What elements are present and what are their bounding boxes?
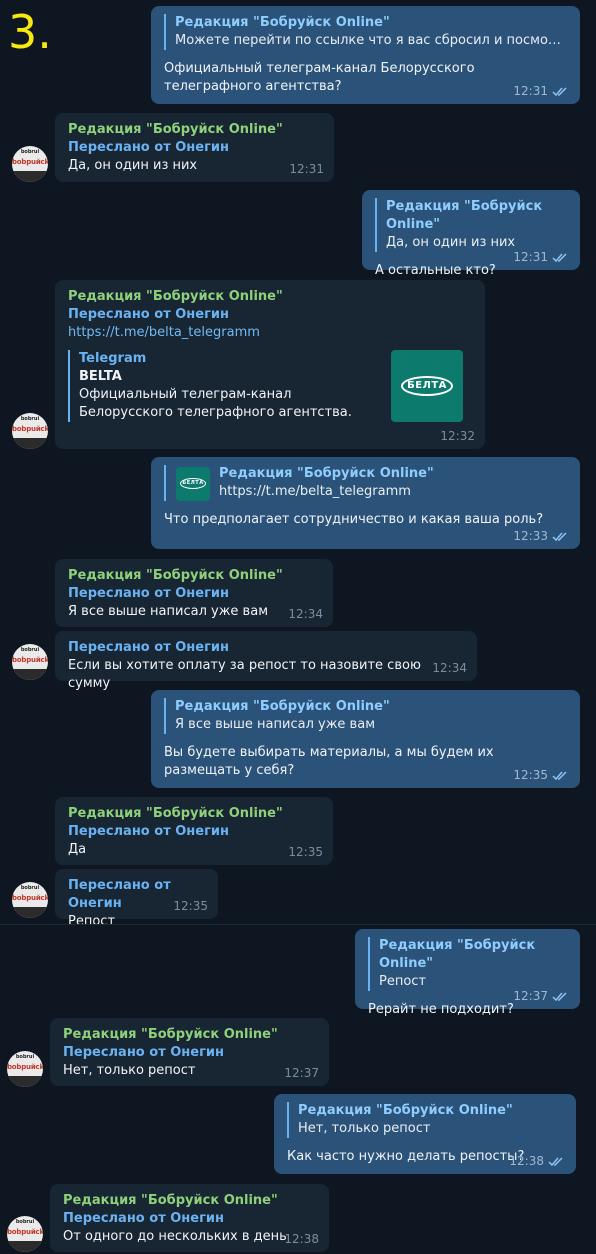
forwarded-from[interactable]: Переслано от Онегин [63,1044,317,1062]
message-time: 12:33 [513,529,548,543]
message-bubble[interactable]: Переслано от Онегин Если вы хотите оплат… [55,631,477,691]
message-time: 12:38 [509,1154,544,1168]
page-number: 3. [8,5,52,59]
message-text: Если вы хотите оплату за репост то назов… [68,658,421,691]
message-bubble[interactable]: БЕЛТА Редакция "Бобруйск Online" https:/… [151,457,580,549]
reply-quote[interactable]: Редакция "Бобруйск Online" Да, он один и… [375,198,568,252]
message-time: 12:35 [288,845,323,859]
double-check-icon [548,1157,566,1167]
message-text: Нет, только репост [63,1063,196,1078]
avatar-logo-text: bobрuйсk [7,1228,43,1236]
link-preview[interactable]: Telegram BELTA Официальный телеграм-кана… [68,350,473,422]
reply-sender: Редакция "Бобруйск Online" [219,466,434,481]
reply-quote[interactable]: Редакция "Бобруйск Online" Репост [368,937,568,991]
message-bubble[interactable]: Редакция "Бобруйск Online" Переслано от … [55,559,333,627]
forwarded-from[interactable]: Переслано от Онегин [68,139,322,157]
avatar[interactable]: bobrui bobрuйсk [7,1051,43,1087]
divider [0,924,596,925]
forwarded-from[interactable]: Переслано от Онегин [68,585,321,603]
message-bubble[interactable]: Редакция "Бобруйск Online" Я все выше на… [151,690,580,788]
belta-logo-thumbnail[interactable]: БЕЛТА [391,350,463,422]
double-check-icon [552,87,570,97]
message-text: Да [68,842,87,857]
message-link[interactable]: https://t.me/belta_telegramm [68,324,473,342]
message-bubble[interactable]: Редакция "Бобруйск Online" Переслано от … [55,113,334,182]
thumbnail-text: БЕЛТА [407,380,447,391]
message-text: Репост [68,914,116,929]
message-text: Официальный телеграм-канал Белорусского … [164,61,475,94]
reply-quote[interactable]: БЕЛТА Редакция "Бобруйск Online" https:/… [164,465,568,501]
forwarded-from[interactable]: Переслано от Онегин [68,823,321,841]
message-sender[interactable]: Редакция "Бобруйск Online" [68,805,321,823]
reply-text: Можете перейти по ссылке что я вас сброс… [175,33,568,48]
avatar-logo-text: bobрuйсk [12,425,48,433]
message-bubble[interactable]: Переслано от Онегин Репост 12:35 [55,869,218,929]
reply-text: Я все выше написал уже вам [175,717,375,732]
message-bubble[interactable]: Редакция "Бобруйск Online" Переслано от … [55,797,333,865]
message-sender[interactable]: Редакция "Бобруйск Online" [68,567,321,585]
message-text: От одного до нескольких в день [63,1229,287,1244]
message-text: Вы будете выбирать материалы, а мы будем… [164,745,494,778]
message-bubble[interactable]: Редакция "Бобруйск Online" Переслано от … [55,280,485,449]
avatar-logo-text: bobрuйсk [12,894,48,902]
message-time: 12:35 [513,768,548,782]
message-sender[interactable]: Редакция "Бобруйск Online" [68,121,322,139]
reply-sender: Редакция "Бобруйск Online" [175,15,390,30]
message-bubble[interactable]: Редакция "Бобруйск Online" Нет, только р… [274,1094,576,1174]
message-time: 12:37 [513,989,548,1003]
message-text: Да, он один из них [68,158,198,173]
message-bubble[interactable]: Редакция "Бобруйск Online" Переслано от … [50,1018,329,1086]
message-text: Что предполагает сотрудничество и какая … [164,512,544,527]
reply-text: https://t.me/belta_telegramm [219,484,411,499]
forwarded-from[interactable]: Переслано от Онегин [68,639,465,657]
double-check-icon [552,532,570,542]
avatar[interactable]: bobrui bobрuйсk [12,644,48,680]
double-check-icon [552,771,570,781]
avatar[interactable]: bobrui bobрuйсk [12,413,48,449]
message-bubble[interactable]: Редакция "Бобруйск Online" Да, он один и… [362,190,580,278]
avatar-logo-text: bobрuйсk [7,1063,43,1071]
message-bubble[interactable]: Редакция "Бобруйск Online" Можете перейт… [151,6,580,104]
avatar[interactable]: bobrui bobрuйсk [12,882,48,918]
message-text: А остальные кто? [375,263,496,278]
message-text: Я все выше написал уже вам [68,604,268,619]
forwarded-from[interactable]: Переслано от Онегин [63,1210,317,1228]
message-time: 12:31 [289,162,324,176]
message-time: 12:31 [513,250,548,264]
reply-sender: Редакция "Бобруйск Online" [175,699,390,714]
avatar[interactable]: bobrui bobрuйсk [7,1216,43,1252]
avatar-logo-text: bobрuйсk [12,158,48,166]
avatar[interactable]: bobrui bobрuйсk [12,146,48,182]
double-check-icon [552,992,570,1002]
message-time: 12:35 [173,899,208,913]
message-sender[interactable]: Редакция "Бобруйск Online" [68,288,473,306]
message-bubble[interactable]: Редакция "Бобруйск Online" Переслано от … [50,1184,329,1252]
reply-sender: Редакция "Бобруйск Online" [379,938,536,971]
reply-sender: Редакция "Бобруйск Online" [386,199,543,232]
message-sender[interactable]: Редакция "Бобруйск Online" [63,1026,317,1044]
message-bubble[interactable]: Редакция "Бобруйск Online" Репост Рерайт… [355,929,580,1017]
belta-logo-thumbnail: БЕЛТА [176,467,210,501]
message-sender[interactable]: Редакция "Бобруйск Online" [63,1192,317,1210]
message-text: Рерайт не подходит? [368,1002,514,1017]
reply-quote[interactable]: Редакция "Бобруйск Online" Можете перейт… [164,14,568,50]
message-time: 12:37 [284,1066,319,1080]
message-time: 12:38 [284,1232,319,1246]
message-time: 12:32 [440,429,475,443]
avatar-logo-text: bobрuйсk [12,656,48,664]
preview-description: Официальный телеграм-канал Белорусского … [79,387,352,420]
reply-quote[interactable]: Редакция "Бобруйск Online" Нет, только р… [287,1102,564,1138]
message-time: 12:34 [432,661,467,675]
reply-quote[interactable]: Редакция "Бобруйск Online" Я все выше на… [164,698,568,734]
forwarded-from[interactable]: Переслано от Онегин [68,306,473,324]
message-time: 12:34 [288,607,323,621]
double-check-icon [552,253,570,263]
reply-text: Нет, только репост [298,1121,431,1136]
message-time: 12:31 [513,84,548,98]
reply-sender: Редакция "Бобруйск Online" [298,1103,513,1118]
